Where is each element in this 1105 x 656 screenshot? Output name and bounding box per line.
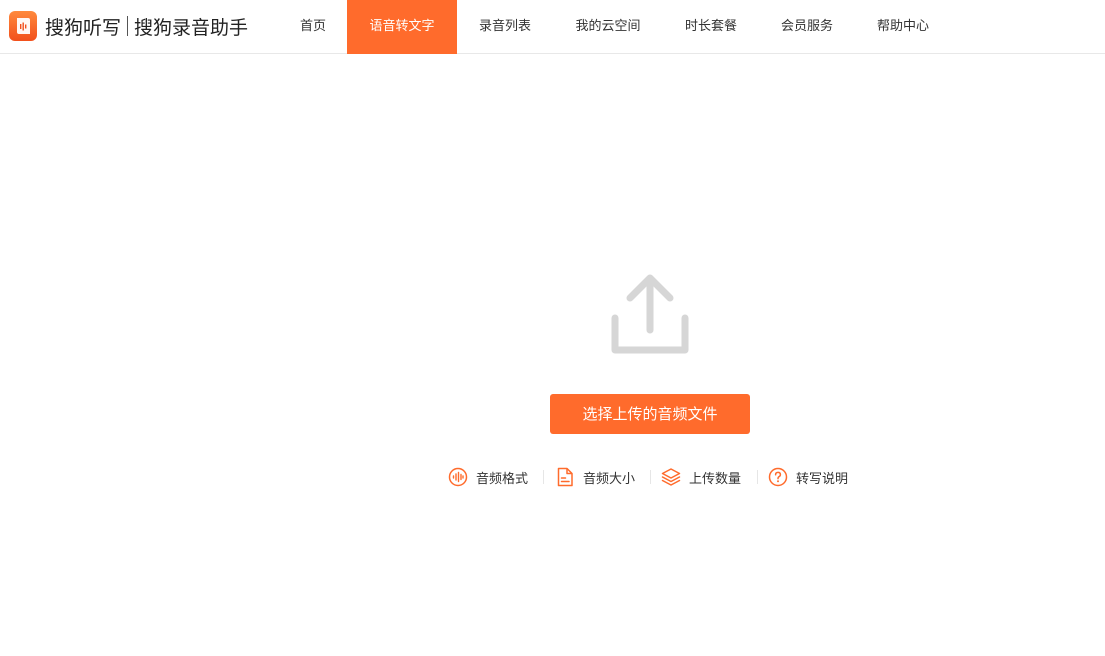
info-divider (757, 470, 758, 484)
brand-logo[interactable]: 搜狗听写 搜狗录音助手 (9, 11, 248, 41)
app-logo-icon (9, 11, 37, 41)
nav-item-speech-to-text[interactable]: 语音转文字 (347, 0, 457, 54)
info-divider (543, 470, 544, 484)
brand-secondary: 搜狗录音助手 (134, 16, 249, 39)
info-item-upload-count[interactable]: 上传数量 (661, 466, 741, 488)
file-icon (557, 467, 573, 487)
brand-primary: 搜狗听写 (45, 16, 122, 39)
nav-item-membership[interactable]: 会员服务 (759, 0, 855, 54)
layers-icon (661, 468, 681, 486)
info-item-audio-format[interactable]: 音频格式 (448, 466, 528, 488)
top-header: 搜狗听写 搜狗录音助手 首页 语音转文字 录音列表 我的云空间 时长套餐 会员服… (0, 0, 1105, 54)
info-divider (650, 470, 651, 484)
nav-item-cloud-space[interactable]: 我的云空间 (553, 0, 663, 54)
info-label-audio-size: 音频大小 (583, 471, 636, 487)
info-label-upload-count: 上传数量 (689, 471, 742, 487)
waveform-icon (448, 467, 468, 487)
brand-divider (127, 16, 129, 36)
nav-item-help-center[interactable]: 帮助中心 (855, 0, 951, 54)
info-item-transcription-notes[interactable]: 转写说明 (768, 466, 848, 488)
upload-icon[interactable] (610, 272, 690, 356)
brand-title: 搜狗听写 搜狗录音助手 (45, 13, 248, 40)
info-label-transcription-notes: 转写说明 (796, 471, 849, 487)
nav-item-duration-plans[interactable]: 时长套餐 (663, 0, 759, 54)
nav-item-home[interactable]: 首页 (278, 0, 348, 54)
nav-item-recording-list[interactable]: 录音列表 (457, 0, 553, 54)
help-circle-icon (768, 467, 788, 487)
info-label-audio-format: 音频格式 (476, 471, 529, 487)
info-item-audio-size[interactable]: 音频大小 (555, 466, 635, 488)
select-audio-file-button[interactable]: 选择上传的音频文件 (550, 394, 750, 434)
